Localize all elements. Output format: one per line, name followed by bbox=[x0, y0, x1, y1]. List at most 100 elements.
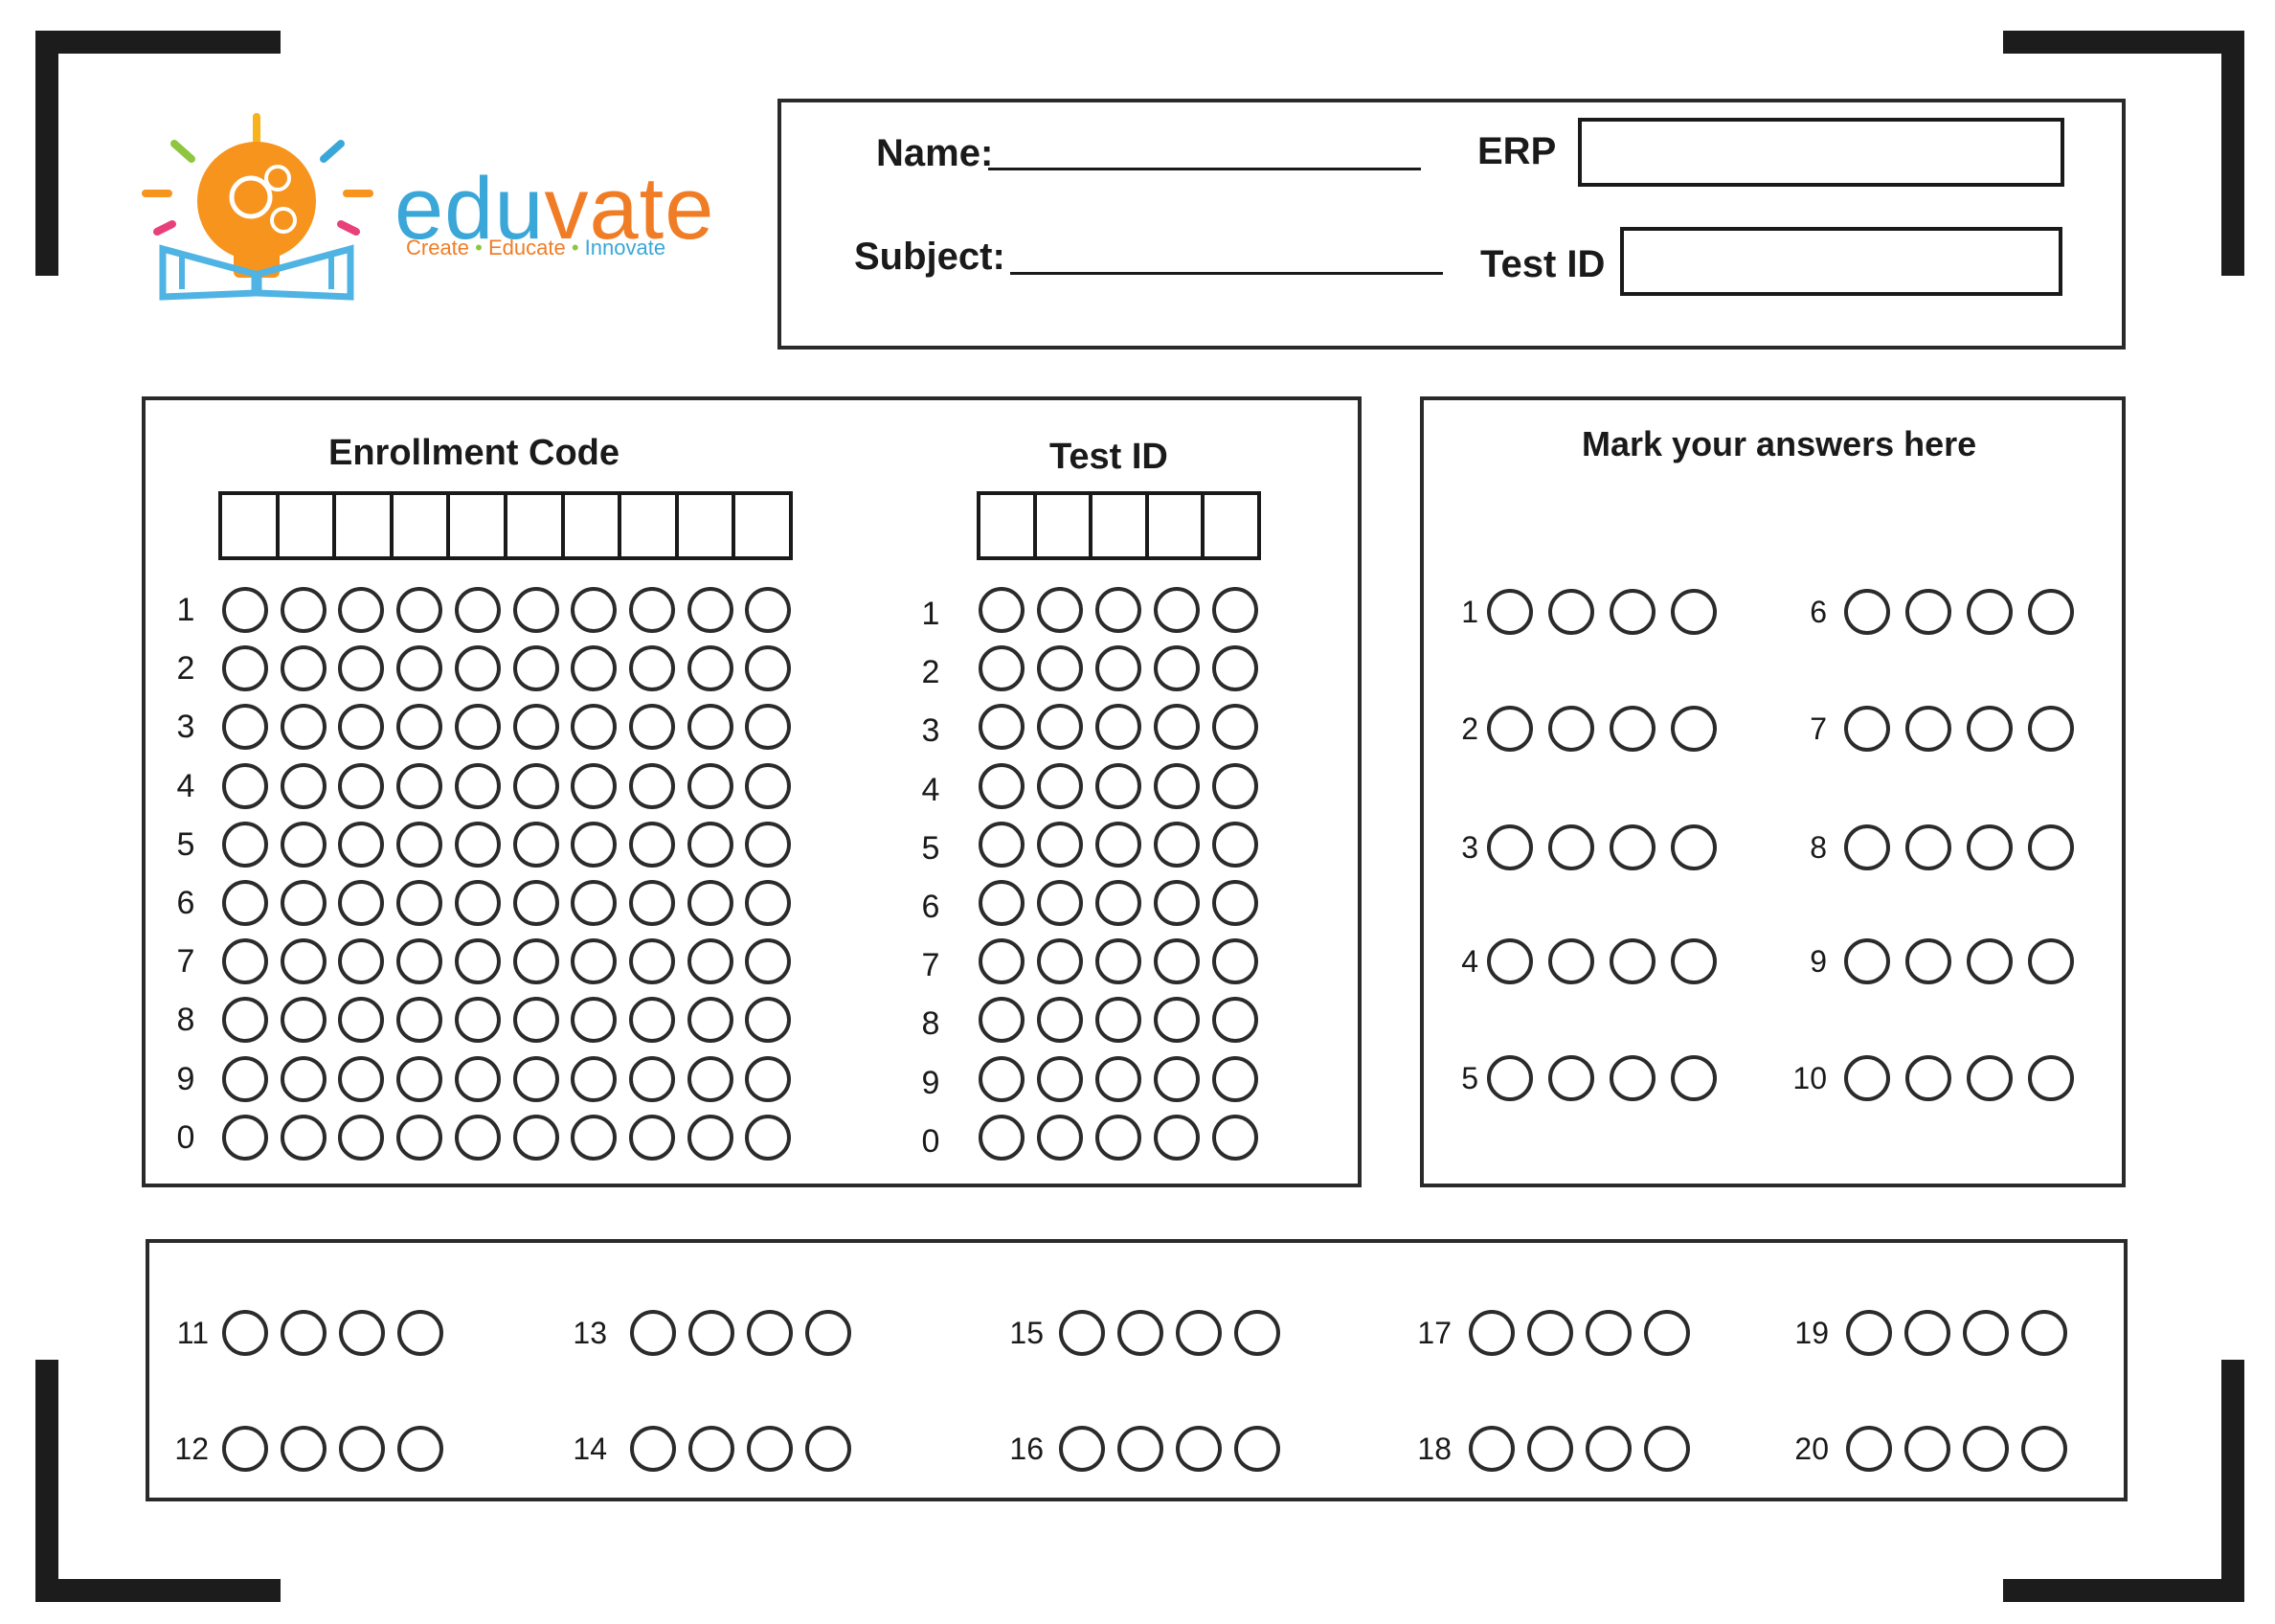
answer-bubble[interactable] bbox=[1963, 1310, 2009, 1356]
enrollment-bubble[interactable] bbox=[512, 880, 559, 926]
enrollment-bubble[interactable] bbox=[687, 704, 733, 751]
enrollment-bubble[interactable] bbox=[745, 587, 792, 633]
test-id-bubble[interactable] bbox=[979, 1055, 1025, 1102]
enrollment-bubble[interactable] bbox=[222, 1114, 268, 1161]
answer-bubble[interactable] bbox=[1234, 1310, 1280, 1356]
answer-bubble[interactable] bbox=[1527, 1426, 1573, 1472]
answer-bubble[interactable] bbox=[688, 1426, 734, 1472]
answer-bubble[interactable] bbox=[339, 1426, 385, 1472]
test-id-bubble[interactable] bbox=[1212, 821, 1258, 868]
answer-bubble[interactable] bbox=[630, 1310, 676, 1356]
test-id-bubble[interactable] bbox=[1037, 1055, 1083, 1102]
answer-bubble[interactable] bbox=[1904, 1426, 1950, 1472]
answer-bubble[interactable] bbox=[397, 1426, 443, 1472]
test-id-bubble[interactable] bbox=[1212, 880, 1258, 926]
answer-bubble[interactable] bbox=[1904, 1310, 1950, 1356]
enrollment-bubble[interactable] bbox=[628, 1114, 675, 1161]
test-id-bubble[interactable] bbox=[1037, 1114, 1083, 1161]
answer-bubble[interactable] bbox=[1844, 938, 1890, 984]
enrollment-bubble[interactable] bbox=[571, 587, 618, 633]
enrollment-bubble[interactable] bbox=[222, 1055, 268, 1102]
enrollment-bubble[interactable] bbox=[571, 762, 618, 809]
enrollment-bubble[interactable] bbox=[222, 762, 268, 809]
test-id-bubble[interactable] bbox=[1095, 880, 1141, 926]
enrollment-bubble[interactable] bbox=[571, 880, 618, 926]
enrollment-bubble[interactable] bbox=[628, 645, 675, 692]
answer-bubble[interactable] bbox=[1967, 706, 2013, 752]
test-id-bubble[interactable] bbox=[1154, 645, 1200, 692]
answer-bubble[interactable] bbox=[281, 1310, 327, 1356]
answer-bubble[interactable] bbox=[1671, 706, 1717, 752]
test-id-cell-5[interactable] bbox=[1201, 495, 1257, 556]
answer-bubble[interactable] bbox=[1967, 938, 2013, 984]
test-id-bubble[interactable] bbox=[1212, 587, 1258, 633]
enrollment-bubble[interactable] bbox=[512, 1114, 559, 1161]
answer-bubble[interactable] bbox=[1967, 589, 2013, 635]
enrollment-bubble[interactable] bbox=[512, 938, 559, 985]
answer-bubble[interactable] bbox=[222, 1310, 268, 1356]
answer-bubble[interactable] bbox=[222, 1426, 268, 1472]
enrollment-bubble[interactable] bbox=[396, 880, 443, 926]
enrollment-bubble[interactable] bbox=[628, 938, 675, 985]
test-id-bubble[interactable] bbox=[979, 587, 1025, 633]
test-id-bubble[interactable] bbox=[1037, 645, 1083, 692]
test-id-bubble[interactable] bbox=[1212, 938, 1258, 985]
answer-bubble[interactable] bbox=[1844, 824, 1890, 870]
answer-bubble[interactable] bbox=[1844, 589, 1890, 635]
test-id-bubble[interactable] bbox=[979, 821, 1025, 868]
test-id-bubble[interactable] bbox=[1154, 587, 1200, 633]
enrollment-bubble[interactable] bbox=[454, 587, 501, 633]
answer-bubble[interactable] bbox=[1905, 938, 1951, 984]
enrollment-code-cell-8[interactable] bbox=[618, 495, 675, 556]
test-id-bubble[interactable] bbox=[1154, 938, 1200, 985]
enrollment-bubble[interactable] bbox=[512, 645, 559, 692]
answer-bubble[interactable] bbox=[1487, 938, 1533, 984]
erp-field[interactable] bbox=[1578, 118, 2064, 187]
enrollment-code-cell-1[interactable] bbox=[222, 495, 276, 556]
enrollment-bubble[interactable] bbox=[745, 821, 792, 868]
enrollment-code-cell-2[interactable] bbox=[275, 495, 333, 556]
enrollment-code-cell-7[interactable] bbox=[560, 495, 619, 556]
enrollment-bubble[interactable] bbox=[512, 1055, 559, 1102]
enrollment-bubble[interactable] bbox=[745, 1055, 792, 1102]
enrollment-bubble[interactable] bbox=[454, 762, 501, 809]
enrollment-bubble[interactable] bbox=[571, 1055, 618, 1102]
answer-bubble[interactable] bbox=[805, 1310, 851, 1356]
answer-bubble[interactable] bbox=[1487, 589, 1533, 635]
enrollment-bubble[interactable] bbox=[338, 821, 385, 868]
enrollment-bubble[interactable] bbox=[222, 821, 268, 868]
answer-bubble[interactable] bbox=[1610, 706, 1656, 752]
enrollment-bubble[interactable] bbox=[396, 1114, 443, 1161]
test-id-bubble[interactable] bbox=[1037, 880, 1083, 926]
enrollment-bubble[interactable] bbox=[454, 880, 501, 926]
enrollment-bubble[interactable] bbox=[396, 1055, 443, 1102]
answer-bubble[interactable] bbox=[1644, 1310, 1690, 1356]
test-id-cell-2[interactable] bbox=[1032, 495, 1090, 556]
subject-field[interactable] bbox=[1010, 272, 1443, 275]
enrollment-bubble[interactable] bbox=[280, 821, 327, 868]
answer-bubble[interactable] bbox=[1527, 1310, 1573, 1356]
test-id-bubble[interactable] bbox=[1037, 821, 1083, 868]
answer-bubble[interactable] bbox=[1844, 1055, 1890, 1101]
answer-bubble[interactable] bbox=[1548, 824, 1594, 870]
enrollment-bubble[interactable] bbox=[687, 645, 733, 692]
enrollment-bubble[interactable] bbox=[454, 997, 501, 1044]
test-id-bubble[interactable] bbox=[1212, 645, 1258, 692]
answer-bubble[interactable] bbox=[1671, 824, 1717, 870]
answer-bubble[interactable] bbox=[1059, 1310, 1105, 1356]
test-id-cell-4[interactable] bbox=[1144, 495, 1202, 556]
answer-bubble[interactable] bbox=[2028, 824, 2074, 870]
enrollment-code-cell-10[interactable] bbox=[732, 495, 789, 556]
test-id-bubble[interactable] bbox=[1154, 1055, 1200, 1102]
answer-bubble[interactable] bbox=[630, 1426, 676, 1472]
enrollment-bubble[interactable] bbox=[628, 762, 675, 809]
test-id-bubble[interactable] bbox=[979, 938, 1025, 985]
enrollment-bubble[interactable] bbox=[280, 645, 327, 692]
answer-bubble[interactable] bbox=[2028, 938, 2074, 984]
enrollment-bubble[interactable] bbox=[512, 821, 559, 868]
enrollment-bubble[interactable] bbox=[280, 762, 327, 809]
enrollment-bubble[interactable] bbox=[454, 645, 501, 692]
test-id-field[interactable] bbox=[1620, 227, 2062, 296]
answer-bubble[interactable] bbox=[1967, 1055, 2013, 1101]
test-id-bubble[interactable] bbox=[1154, 762, 1200, 809]
